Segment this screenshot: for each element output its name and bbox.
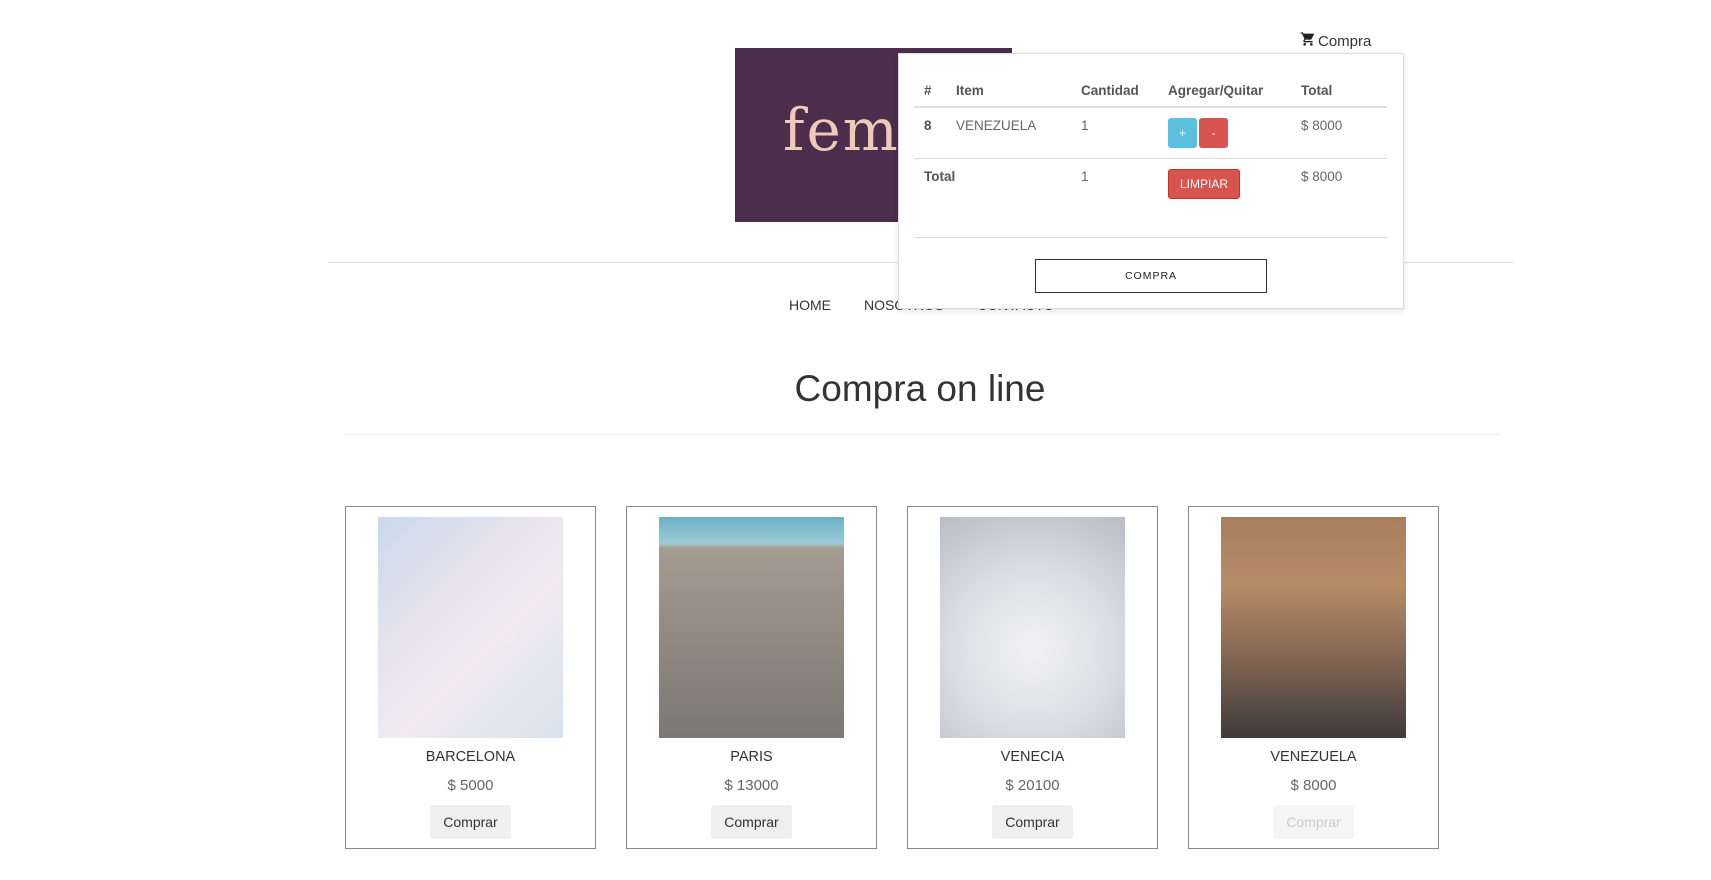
cart-divider [914, 237, 1387, 238]
add-item-button[interactable]: + [1168, 118, 1197, 148]
product-card: BARCELONA $ 5000 Comprar [345, 506, 596, 849]
buy-button[interactable]: Comprar [992, 805, 1073, 839]
product-name: BARCELONA [425, 749, 516, 765]
product-price: $ 13000 [724, 777, 779, 794]
cart-row: 8 VENEZUELA 1 + - $ 8000 [914, 107, 1387, 159]
page-title: Compra on line [794, 368, 1046, 409]
cart-row-id: 8 [914, 107, 946, 159]
product-image [659, 517, 844, 738]
product-grid: BARCELONA $ 5000 Comprar PARIS $ 13000 C… [345, 506, 1439, 849]
title-divider [344, 434, 1499, 435]
cart-table: # Item Cantidad Agregar/Quitar Total 8 V… [914, 76, 1387, 209]
cart-table-header: # Item Cantidad Agregar/Quitar Total [914, 76, 1387, 108]
product-image [940, 517, 1125, 738]
clear-cart-button[interactable]: LIMPIAR [1168, 169, 1241, 199]
buy-button[interactable]: Comprar [430, 805, 511, 839]
cart-total-qty: 1 [1081, 169, 1089, 184]
product-name: VENECIA [1000, 749, 1065, 765]
product-name: VENEZUELA [1270, 749, 1357, 765]
cart-icon [1300, 31, 1316, 51]
cart-row-qty: 1 [1071, 107, 1158, 159]
product-card: PARIS $ 13000 Comprar [626, 506, 877, 849]
product-image [378, 517, 563, 738]
cart-row-actions: + - [1158, 107, 1291, 159]
product-price: $ 5000 [447, 777, 494, 794]
cart-total-label: Total [924, 169, 956, 184]
col-number: # [914, 76, 946, 108]
product-card: VENECIA $ 20100 Comprar [907, 506, 1158, 849]
nav-item-home[interactable]: HOME [789, 297, 831, 313]
product-price: $ 20100 [1005, 777, 1060, 794]
col-quantity: Cantidad [1071, 76, 1158, 108]
buy-button[interactable]: Comprar [711, 805, 792, 839]
product-price: $ 8000 [1290, 777, 1337, 794]
cart-total-amount: $ 8000 [1301, 169, 1343, 184]
cart-toggle-label: Compra [1318, 32, 1372, 50]
col-item: Item [946, 76, 1071, 108]
cart-row-item: VENEZUELA [946, 107, 1071, 159]
product-name: PARIS [730, 749, 773, 765]
cart-total-row: Total 1 LIMPIAR $ 8000 [914, 159, 1387, 210]
col-total: Total [1291, 76, 1387, 108]
col-add-remove: Agregar/Quitar [1158, 76, 1291, 108]
product-card: VENEZUELA $ 8000 Comprar [1188, 506, 1439, 849]
checkout-button[interactable]: COMPRA [1035, 259, 1267, 293]
remove-item-button[interactable]: - [1199, 118, 1228, 148]
cart-dropdown: # Item Cantidad Agregar/Quitar Total 8 V… [898, 53, 1404, 309]
product-image [1221, 517, 1406, 738]
cart-toggle[interactable]: Compra [1300, 31, 1371, 51]
cart-row-total: $ 8000 [1291, 107, 1387, 159]
cart-clear-cell: LIMPIAR [1158, 159, 1291, 210]
buy-button-disabled[interactable]: Comprar [1273, 805, 1354, 839]
